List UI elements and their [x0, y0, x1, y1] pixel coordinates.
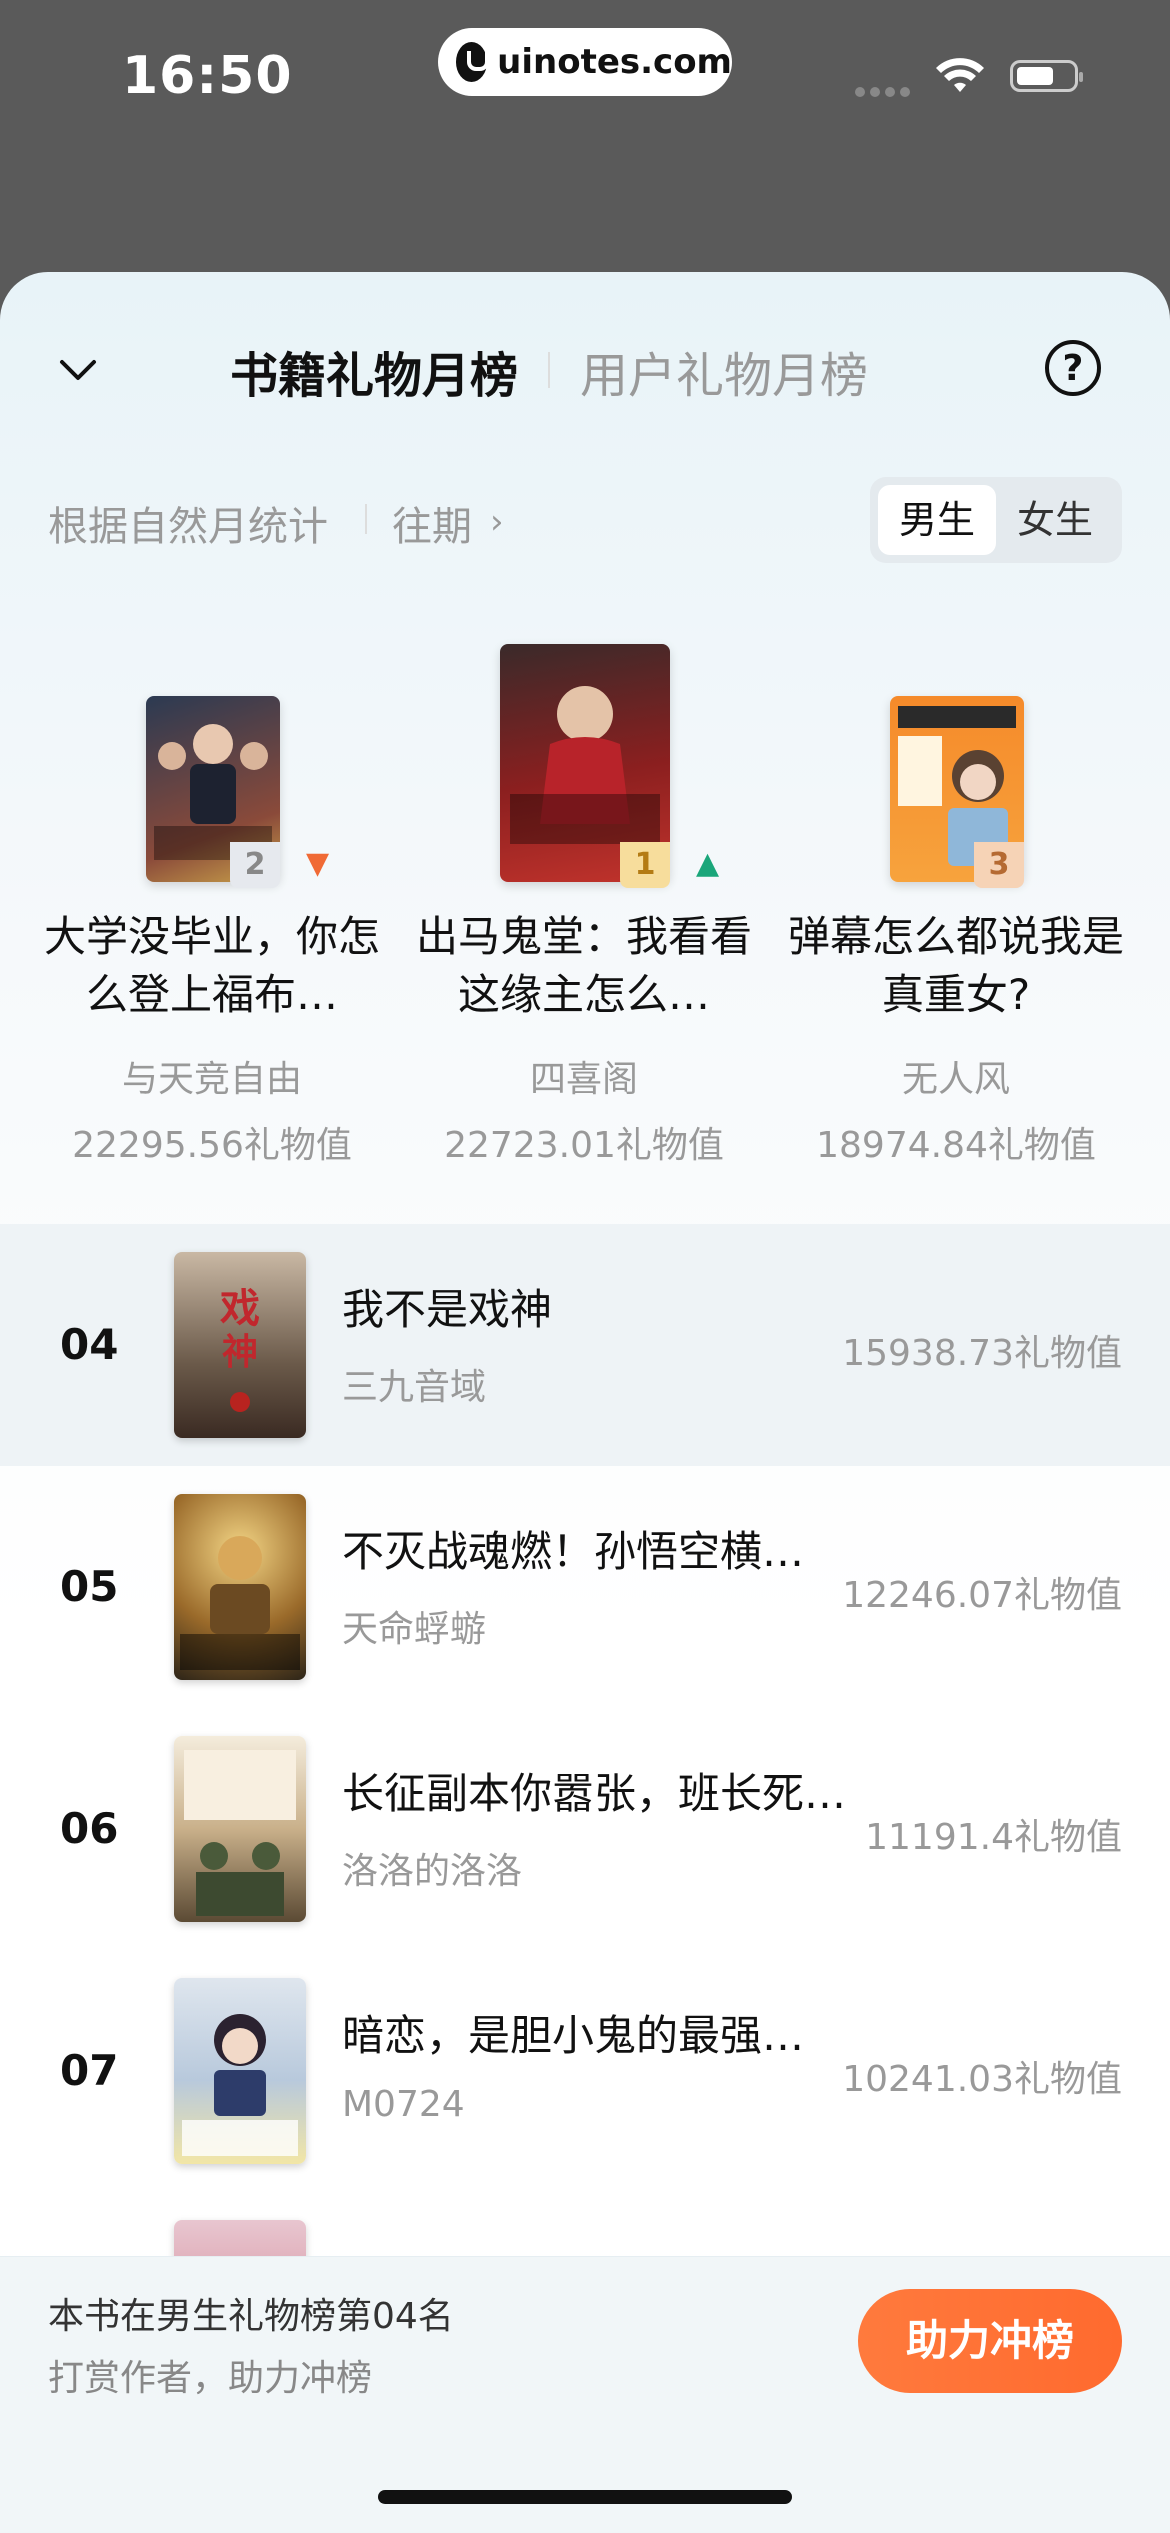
book-cover	[174, 1736, 306, 1922]
list-item[interactable]	[0, 2192, 1170, 2262]
url-text: uinotes.com	[497, 42, 732, 82]
list-item[interactable]: 04 戏 神 我不是戏神 三九音域 15938.73礼物值	[0, 1224, 1170, 1466]
book-rank-info: 本书在男生礼物榜第04名	[48, 2296, 454, 2337]
list-author: M0724	[342, 2084, 465, 2125]
boost-ranking-button[interactable]: 助力冲榜	[858, 2289, 1122, 2393]
podium-author: 四喜阁	[529, 1059, 638, 1100]
home-indicator[interactable]	[378, 2490, 792, 2504]
list-value: 12246.07礼物值	[842, 1575, 1122, 1616]
uinotes-logo-icon	[456, 42, 490, 82]
trend-up-icon: ▲	[696, 846, 720, 881]
wifi-icon	[936, 58, 984, 92]
signal-icon	[855, 82, 915, 101]
book-cover	[174, 1978, 306, 2164]
list-value: 10241.03礼物值	[842, 2059, 1122, 2100]
rank-badge-gold: 1	[620, 842, 670, 888]
podium-title: 大学没毕业，你怎么登上福布…	[43, 912, 380, 1019]
list-author: 三九音域	[342, 1367, 487, 1408]
book-cover: 戏 神	[174, 1252, 306, 1438]
podium-value: 18974.84礼物值	[816, 1125, 1096, 1166]
podium-title: 弹幕怎么都说我是真重女?	[787, 912, 1124, 1019]
list-item[interactable]: 07 暗恋，是胆小鬼的最强… M0724 10241.03礼物值	[0, 1950, 1170, 2192]
sub-divider	[365, 504, 367, 534]
podium-author: 无人风	[901, 1059, 1010, 1100]
gender-toggle: 男生 女生	[870, 477, 1122, 563]
stat-basis-label: 根据自然月统计	[48, 504, 328, 550]
list-title: 长征副本你嚣张，班长死…	[342, 1769, 847, 1818]
gender-male-button[interactable]: 男生	[878, 485, 996, 555]
list-item[interactable]: 06 长征副本你嚣张，班长死… 洛洛的洛洛 11191.4礼物值	[0, 1708, 1170, 1950]
book-cover	[174, 1494, 306, 1680]
list-value: 11191.4礼物值	[865, 1817, 1122, 1858]
tab-book-gift-monthly[interactable]: 书籍礼物月榜	[230, 336, 518, 406]
list-rank: 07	[60, 2046, 119, 2095]
status-time: 16:50	[122, 46, 293, 106]
chevron-right-icon: ›	[490, 502, 504, 542]
list-title: 我不是戏神	[342, 1285, 553, 1334]
url-pill[interactable]: uinotes.com	[438, 28, 732, 96]
trend-down-icon: ▼	[306, 846, 330, 881]
tab-divider	[548, 352, 550, 388]
list-rank: 04	[60, 1320, 119, 1369]
podium-value: 22723.01礼物值	[444, 1125, 724, 1166]
status-bar: 16:50 uinotes.com	[0, 0, 1170, 150]
reward-prompt: 打赏作者，助力冲榜	[48, 2358, 373, 2399]
rank-badge-silver: 2	[230, 842, 280, 888]
list-title: 暗恋，是胆小鬼的最强…	[342, 2011, 805, 2060]
svg-text:神: 神	[222, 1331, 258, 1373]
list-item[interactable]: 05 不灭战魂燃！孙悟空横… 天命蜉蝣 12246.07礼物值	[0, 1466, 1170, 1708]
chevron-down-icon[interactable]	[58, 350, 98, 390]
list-title: 不灭战魂燃！孙悟空横…	[342, 1527, 805, 1576]
list-rank: 05	[60, 1562, 119, 1611]
list-value: 15938.73礼物值	[842, 1333, 1122, 1374]
tab-user-gift-monthly[interactable]: 用户礼物月榜	[580, 336, 868, 406]
list-rank: 06	[60, 1804, 119, 1853]
ranking-sheet: 书籍礼物月榜 用户礼物月榜 ? 根据自然月统计 往期 › 男生 女生 2 ▼ 大…	[0, 272, 1170, 2532]
help-icon[interactable]: ?	[1045, 340, 1101, 396]
svg-text:戏: 戏	[220, 1285, 260, 1332]
podium-value: 22295.56礼物值	[72, 1125, 352, 1166]
past-periods-link[interactable]: 往期	[392, 494, 472, 552]
list-author: 洛洛的洛洛	[342, 1851, 523, 1892]
podium-title: 出马鬼堂：我看看这缘主怎么…	[415, 912, 752, 1019]
gender-female-button[interactable]: 女生	[996, 485, 1114, 555]
battery-icon	[1010, 60, 1083, 92]
list-author: 天命蜉蝣	[342, 1609, 487, 1650]
rank-badge-bronze: 3	[974, 842, 1024, 888]
podium-author: 与天竞自由	[121, 1059, 302, 1100]
